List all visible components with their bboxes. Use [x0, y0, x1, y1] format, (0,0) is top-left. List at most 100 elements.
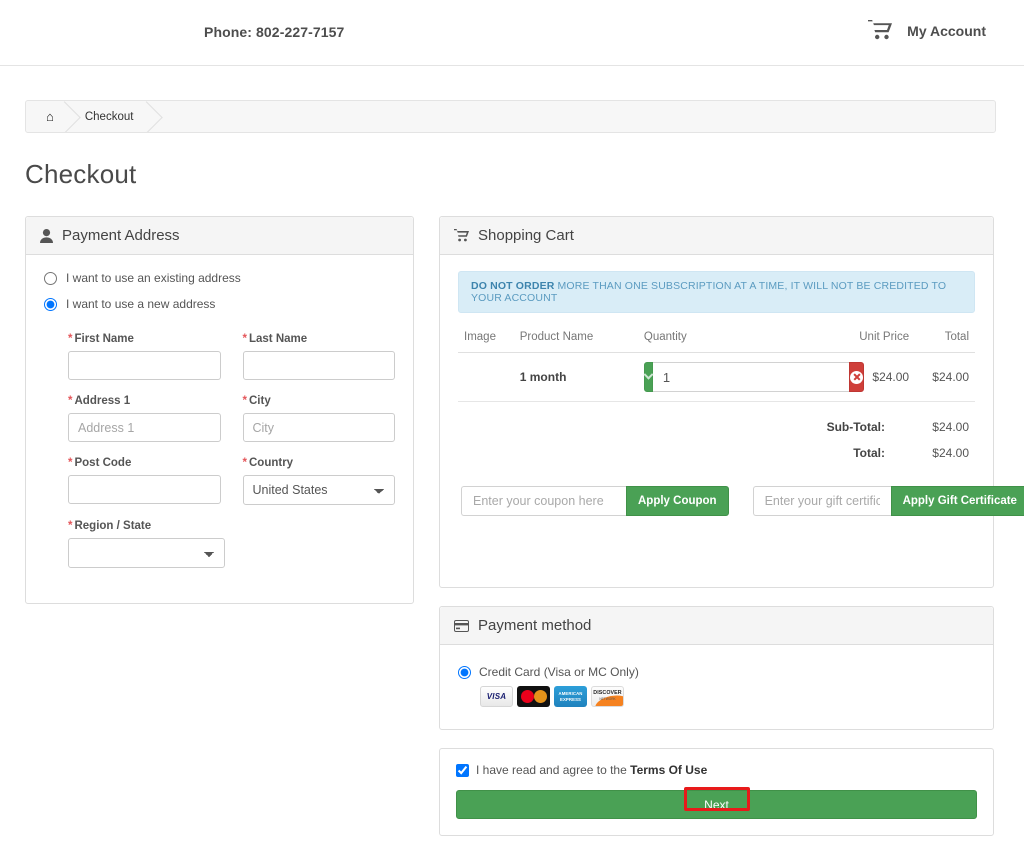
terms-of-use-link[interactable]: Terms Of Use	[630, 763, 707, 777]
address-1-label: * Address 1	[68, 395, 131, 407]
gift-certificate-input[interactable]	[752, 486, 891, 516]
product-name-text: 1 month	[519, 370, 567, 384]
last-name-input[interactable]	[242, 351, 395, 380]
form-row-name: * First Name * Last Name	[68, 333, 395, 380]
cell-line-total: $24.00	[915, 352, 975, 402]
existing-address-label[interactable]: I want to use an existing address	[66, 271, 241, 285]
shopping-cart-panel: Shopping Cart DO NOT ORDER MORE THAN ONE…	[439, 216, 1024, 588]
cart-bottom-spacer	[458, 522, 975, 567]
mastercard-card-icon	[517, 686, 550, 707]
form-row-postcode-country: * Post Code * Country United States	[68, 457, 395, 505]
cell-product-name: 1 month	[513, 352, 638, 402]
first-name-label: * First Name	[68, 333, 134, 345]
required-marker: *	[68, 457, 73, 469]
visa-card-icon: VISA	[480, 686, 513, 707]
cart-table-head: Image Product Name Quantity Unit Price T…	[458, 327, 975, 353]
credit-card-icon	[454, 619, 469, 632]
city-group: * City	[242, 395, 395, 442]
address-1-input[interactable]	[68, 413, 221, 442]
column-header-image: Image	[458, 327, 514, 353]
subtotal-row: Sub-Total: $24.00	[458, 414, 975, 440]
cart-notice-banner: DO NOT ORDER MORE THAN ONE SUBSCRIPTION …	[458, 271, 975, 313]
payment-method-panel: Payment method Credit Card (Visa or MC O…	[439, 606, 994, 730]
breadcrumb-item-home[interactable]: ⌂	[26, 101, 68, 132]
column-header-unit-price: Unit Price	[841, 327, 916, 353]
shopping-cart-body: DO NOT ORDER MORE THAN ONE SUBSCRIPTION …	[440, 255, 1024, 587]
credit-card-option[interactable]: Credit Card (Visa or MC Only)	[458, 665, 975, 679]
new-address-radio[interactable]	[44, 297, 57, 311]
coupon-input[interactable]	[461, 486, 626, 516]
new-address-option[interactable]: I want to use a new address	[44, 297, 395, 311]
city-label: * City	[242, 395, 271, 407]
apply-coupon-button[interactable]: Apply Coupon	[626, 486, 729, 516]
existing-address-radio[interactable]	[44, 271, 57, 285]
amex-card-icon: AMERICAN EXPRESS	[554, 686, 587, 707]
required-marker: *	[68, 333, 73, 345]
payment-method-panel-header: Payment method	[440, 607, 993, 645]
next-button[interactable]: Next	[456, 790, 977, 819]
mastercard-circles	[520, 690, 547, 703]
total-value: $24.00	[932, 446, 969, 460]
chevron-down-icon	[643, 369, 654, 380]
post-code-input[interactable]	[68, 475, 221, 504]
post-code-label: * Post Code	[68, 457, 132, 469]
country-select[interactable]: United States	[242, 475, 395, 505]
payment-address-title: Payment Address	[62, 227, 180, 244]
my-account-link[interactable]: My Account	[907, 23, 986, 39]
required-marker: *	[68, 395, 73, 407]
terms-checkbox[interactable]	[456, 763, 469, 777]
payment-address-panel: Payment Address I want to use an existin…	[25, 216, 414, 604]
new-address-label[interactable]: I want to use a new address	[66, 297, 215, 311]
terms-panel: I have read and agree to the Terms Of Us…	[439, 748, 994, 836]
last-name-label: * Last Name	[242, 333, 308, 345]
terms-label[interactable]: I have read and agree to the Terms Of Us…	[476, 763, 707, 777]
cart-table: Image Product Name Quantity Unit Price T…	[458, 327, 975, 402]
checkout-content: Payment Address I want to use an existin…	[0, 216, 1024, 854]
terms-body: I have read and agree to the Terms Of Us…	[440, 749, 993, 835]
discount-inputs-row: Apply Coupon Apply Gift Certificate	[458, 486, 1024, 516]
column-header-total: Total	[915, 327, 975, 353]
last-name-group: * Last Name	[242, 333, 395, 380]
header-actions: My Account	[868, 19, 986, 43]
credit-card-radio[interactable]	[458, 665, 471, 679]
cart-icon	[454, 229, 469, 242]
address-1-group: * Address 1	[68, 395, 221, 442]
total-label: Total:	[853, 446, 885, 460]
accepted-cards: VISA AMERICAN EXPRESS DISCOVER NETWORK	[480, 686, 975, 707]
region-state-select[interactable]	[68, 538, 225, 568]
terms-agreement-row: I have read and agree to the Terms Of Us…	[456, 763, 977, 777]
cart-table-body: 1 month 1 $24.00 $24.00	[458, 352, 975, 402]
shopping-cart-icon[interactable]	[868, 19, 893, 43]
required-marker: *	[242, 395, 247, 407]
existing-address-option[interactable]: I want to use an existing address	[44, 271, 395, 285]
site-header: Phone: 802-227-7157 My Account	[0, 0, 1024, 66]
apply-gift-certificate-button[interactable]: Apply Gift Certificate	[890, 486, 1024, 516]
credit-card-label[interactable]: Credit Card (Visa or MC Only)	[479, 665, 639, 679]
shopping-cart-title: Shopping Cart	[478, 227, 574, 244]
cell-product-image	[458, 352, 514, 402]
terms-text: I have read and agree to the	[476, 763, 631, 777]
discover-wordmark: DISCOVER	[593, 690, 622, 696]
remove-item-button[interactable]	[848, 362, 864, 392]
next-button-wrapper: Next	[456, 787, 977, 819]
region-state-label: * Region / State	[68, 520, 152, 532]
table-row: 1 month 1 $24.00 $24.00	[458, 352, 975, 402]
quantity-input[interactable]	[652, 362, 849, 392]
country-group: * Country United States	[242, 457, 395, 505]
phone-label: Phone: 802-227-7157	[204, 24, 345, 40]
subtotal-label: Sub-Total:	[826, 420, 885, 434]
gift-certificate-group: Apply Gift Certificate	[752, 486, 1024, 516]
breadcrumb-item-checkout[interactable]: Checkout	[68, 101, 151, 132]
cart-header-row: Image Product Name Quantity Unit Price T…	[458, 327, 975, 353]
form-row-address-city: *Address 1 *City	[68, 395, 395, 442]
breadcrumb: ⌂ Checkout	[25, 100, 996, 133]
required-marker: *	[242, 333, 247, 345]
column-header-quantity: Quantity	[637, 327, 842, 353]
quantity-dropdown-button[interactable]	[643, 362, 654, 392]
user-icon	[40, 228, 53, 243]
region-state-group: * Region / State	[68, 520, 225, 568]
first-name-input[interactable]	[68, 351, 221, 380]
city-input[interactable]	[242, 413, 395, 442]
payment-address-panel-header: Payment Address	[26, 217, 413, 255]
quantity-control-group	[643, 362, 864, 392]
